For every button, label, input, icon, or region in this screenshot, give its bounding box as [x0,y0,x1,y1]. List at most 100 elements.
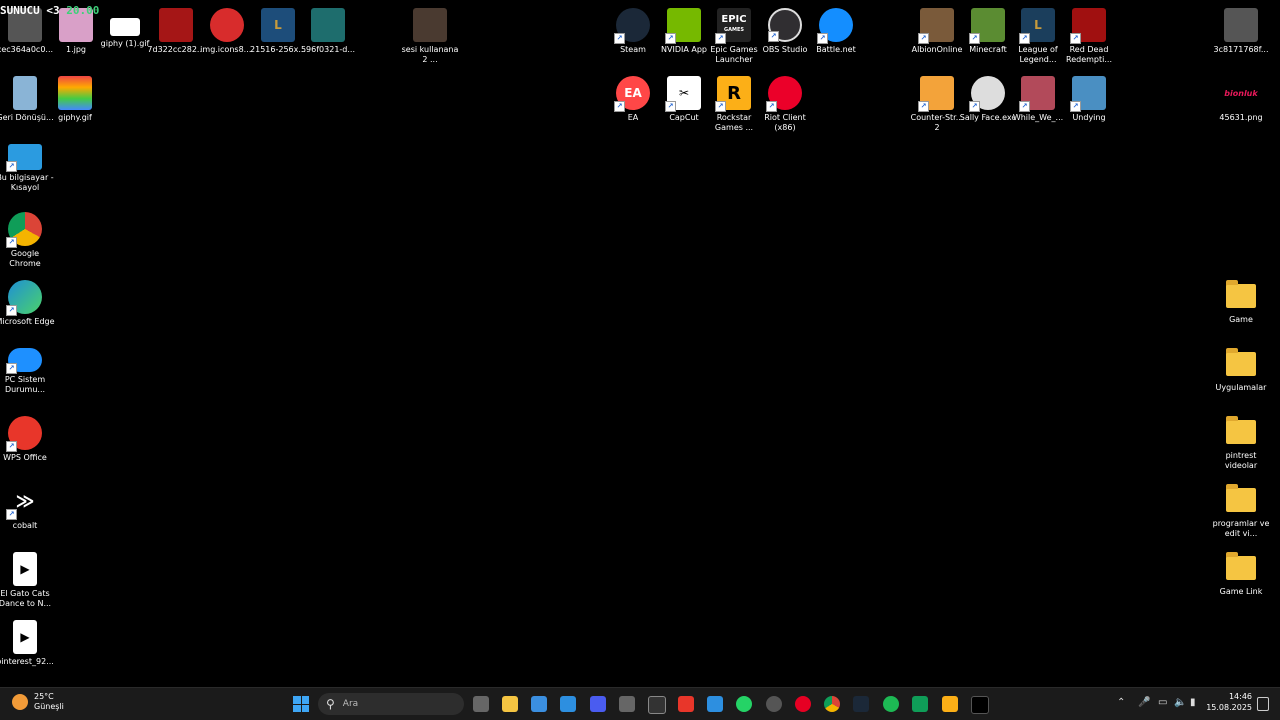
file-explorer-icon[interactable] [502,696,518,712]
undying-icon: ↗ [1070,76,1106,112]
desktop-icon-rockstar[interactable]: R ↗ Rockstar Games ... [706,72,762,140]
weather-temp: 25°C [34,692,54,701]
ea-logo-text: EA [624,86,642,100]
desktop-icon-riot[interactable]: ↗ Riot Client (x86) [757,72,813,140]
desktop-icon-pcsistem[interactable]: ↗ PC Sistem Durumu... [0,344,53,412]
outlook-icon[interactable] [707,696,723,712]
bionluk-logo-text: bionluk [1224,88,1258,98]
desktop-icon-thispc[interactable]: ↗ Bu bilgisayar - Kısayol [0,140,54,208]
icon-label: 45631.png [1219,113,1263,122]
desktop-icon-7d322[interactable]: 7d322cc282... [147,4,205,72]
mail-icon[interactable] [560,696,576,712]
sally-face-icon: ↗ [969,76,1005,112]
desktop-icon-45631[interactable]: bionluk 45631.png [1213,72,1269,140]
desktop-icon-sally[interactable]: ↗ Sally Face.exe [960,72,1016,140]
store-icon[interactable] [619,696,635,712]
desktop-icon-programlar[interactable]: programlar ve edit vi... [1213,480,1269,548]
cobalt-taskbar-icon[interactable] [971,696,989,714]
wps-icon: ↗ [6,416,42,452]
desktop-icon-albion[interactable]: ↗ AlbionOnline [909,4,965,72]
desktop-icon-wps[interactable]: ↗ WPS Office [0,412,53,480]
microphone-icon[interactable]: 🎤 [1138,697,1150,708]
desktop-icon-undying[interactable]: ↗ Undying [1061,72,1117,140]
search-icon: ⚲ [326,697,335,711]
desktop-icon-obs[interactable]: ↗ OBS Studio [757,4,813,72]
windows-start-icon[interactable] [293,696,309,712]
desktop-icon-pinterest92[interactable]: ▶ pinterest_92... [0,616,54,684]
desktop-icon-whilewe[interactable]: ↗ While_We_... [1010,72,1066,140]
search-box[interactable]: ⚲ Ara [318,693,464,715]
network-icon[interactable]: ▭ [1158,697,1167,708]
weather-widget[interactable]: 25°C Güneşli [12,692,64,712]
icon-label: Google Chrome [9,249,41,268]
desktop-icon-cs2[interactable]: ↗ Counter-Str... 2 [909,72,965,140]
icon-label: WPS Office [3,453,47,462]
desktop-icon-rdr[interactable]: ↗ Red Dead Redempti... [1061,4,1117,72]
icon-label: 596f0321-d... [300,45,356,54]
chrome-taskbar-icon[interactable] [824,696,840,712]
meet-icon[interactable] [912,696,928,712]
pinterest-icon[interactable] [795,696,811,712]
desktop-icon-elgato[interactable]: ▶ El Gato Cats Dance to N... [0,548,53,616]
spotify-icon[interactable] [883,696,899,712]
desktop-icon-giphy1[interactable]: giphy (1).gif [97,4,153,72]
task-view-icon[interactable] [473,696,489,712]
desktop-icon-giphygif[interactable]: giphy.gif [47,72,103,140]
league-logo-icon: L ↗ [1019,8,1055,44]
stream-overlay: SUNUCU <3 20.00 [0,4,99,17]
desktop-icon-3c8171[interactable]: 3c8171768f... [1213,4,1269,72]
icon-label: Bu bilgisayar - Kısayol [0,173,54,192]
desktop-icon-596f[interactable]: 596f0321-d... [300,4,356,72]
desktop-icon-epic[interactable]: EPIC GAMES ↗ Epic Games Launcher [706,4,762,72]
desktop-icon-gamelink[interactable]: Game Link [1213,548,1269,616]
wps-taskbar-icon[interactable] [678,696,694,712]
settings-icon[interactable] [648,696,666,714]
photos-icon[interactable] [531,696,547,712]
desktop-icon-uygulamalar[interactable]: Uygulamalar [1213,344,1269,412]
desktop-icon-ea[interactable]: EA ↗ EA [605,72,661,140]
visual-studio-icon[interactable] [590,696,606,712]
icon-label: Microsoft Edge [0,317,55,326]
system-clock[interactable]: 14:46 15.08.2025 [1206,691,1252,713]
desktop-icon-sesi[interactable]: sesi kullanana 2 ... [402,4,458,72]
desktop-icon-steam[interactable]: ↗ Steam [605,4,661,72]
desktop-icon-lol[interactable]: L ↗ League of Legend... [1010,4,1066,72]
whatsapp-icon[interactable] [736,696,752,712]
desktop-icon-game[interactable]: Game [1213,276,1269,344]
battery-icon[interactable]: ▮ [1190,697,1196,708]
icon-label: 3c8171768f... [1213,45,1269,54]
desktop-icon-chrome[interactable]: ↗ Google Chrome [0,208,53,276]
cobalt-logo-text: ≫ [15,490,35,512]
taskbar: 25°C Güneşli ⚲ Ara ⌃ 🎤 ▭ 🔈 ▮ 14:46 15.08… [0,687,1280,720]
chevron-up-icon[interactable]: ⌃ [1117,697,1125,708]
minecraft-icon: ↗ [969,8,1005,44]
desktop-icon-imgicons[interactable]: img.icons8.... [199,4,255,72]
nvidia-icon: ↗ [665,8,701,44]
desktop-icon-cobalt[interactable]: ≫ ↗ cobalt [0,480,53,548]
desktop-icon-edge[interactable]: ↗ Microsoft Edge [0,276,55,344]
red-dead-icon: ↗ [1070,8,1106,44]
desktop-icon-battlenet[interactable]: ↗ Battle.net [808,4,864,72]
monitor-icon: ↗ [6,144,42,172]
obs-icon: ↗ [768,8,802,42]
rockstar-taskbar-icon[interactable] [942,696,958,712]
icon-label: Riot Client (x86) [764,113,806,132]
cobalt-icon: ≫ ↗ [6,484,42,520]
desktop-icon-21516[interactable]: L 21516-256x... [250,4,306,72]
riot-fist-icon: ↗ [766,76,802,112]
battlenet-icon: ↗ [817,8,853,44]
desktop-icon-recycle[interactable]: Geri Dönüşü... [0,72,54,140]
epic-logo-subtext: GAMES [724,27,744,33]
icon-label: pinterest_92... [0,657,54,666]
obs-taskbar-icon[interactable] [766,696,782,712]
icon-label: Undying [1072,113,1106,122]
volume-icon[interactable]: 🔈 [1174,697,1186,708]
recycle-bin-icon [13,76,37,110]
notification-icon[interactable] [1257,697,1269,711]
capcut-icon: ✂ ↗ [665,76,701,112]
video-file-icon: ▶ [13,552,37,586]
desktop-icon-pinvideolar[interactable]: pintrest videolar [1213,412,1269,480]
rockstar-logo-text: R [727,82,741,104]
steam-taskbar-icon[interactable] [853,696,869,712]
icon-label: programlar ve edit vi... [1212,519,1270,538]
